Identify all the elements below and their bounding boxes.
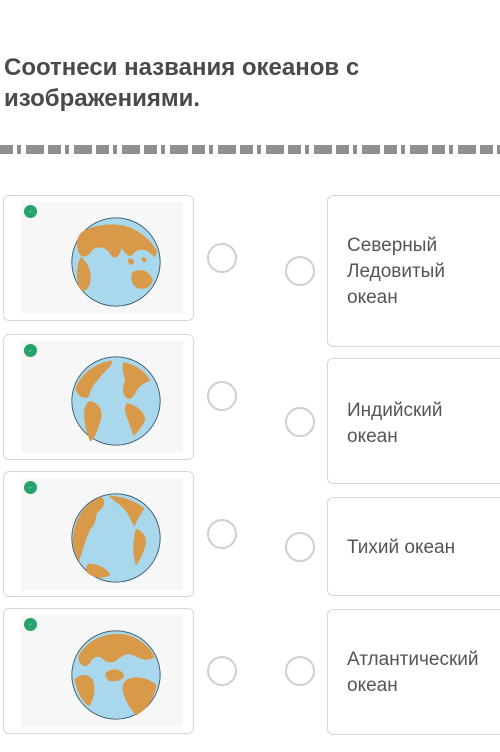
ocean-label: Тихий океан <box>347 537 456 558</box>
image-frame <box>21 615 183 727</box>
ocean-label: Атлантический океан <box>347 649 479 696</box>
image-connector-1[interactable] <box>207 243 237 273</box>
image-card-3[interactable]: ✓ <box>3 471 194 597</box>
page-title: Соотнеси названия океанов с изображениям… <box>4 54 360 112</box>
label-connector-3[interactable] <box>285 532 315 562</box>
label-card-2[interactable]: Индийский океан <box>327 358 500 484</box>
ocean-label: Индийский океан <box>347 400 443 447</box>
badge-icon: ✓ <box>24 205 37 218</box>
image-connector-3[interactable] <box>207 519 237 549</box>
image-connector-4[interactable] <box>207 656 237 686</box>
indian-ocean-globe-icon <box>71 217 161 307</box>
pacific-ocean-globe-icon <box>71 493 161 583</box>
top-mark <box>0 0 14 4</box>
ocean-label: Северный Ледовитый океан <box>347 235 445 308</box>
label-connector-1[interactable] <box>285 256 315 286</box>
image-card-4[interactable]: ✓ <box>3 608 194 734</box>
badge-icon: ✓ <box>24 344 37 357</box>
label-card-1[interactable]: Северный Ледовитый океан <box>327 195 500 347</box>
image-connector-2[interactable] <box>207 381 237 411</box>
badge-icon: ✓ <box>24 481 37 494</box>
section-divider <box>0 145 500 154</box>
badge-icon: ✓ <box>24 618 37 631</box>
image-card-1[interactable]: ✓ <box>3 195 194 321</box>
label-card-4[interactable]: Атлантический океан <box>327 609 500 735</box>
arctic-ocean-globe-icon <box>71 630 161 720</box>
image-card-2[interactable]: ✓ <box>3 334 194 460</box>
image-frame <box>21 341 183 453</box>
atlantic-ocean-globe-icon <box>71 356 161 446</box>
label-connector-2[interactable] <box>285 407 315 437</box>
label-card-3[interactable]: Тихий океан <box>327 497 500 596</box>
image-frame <box>21 478 183 590</box>
image-frame <box>21 202 183 314</box>
label-connector-4[interactable] <box>285 656 315 686</box>
